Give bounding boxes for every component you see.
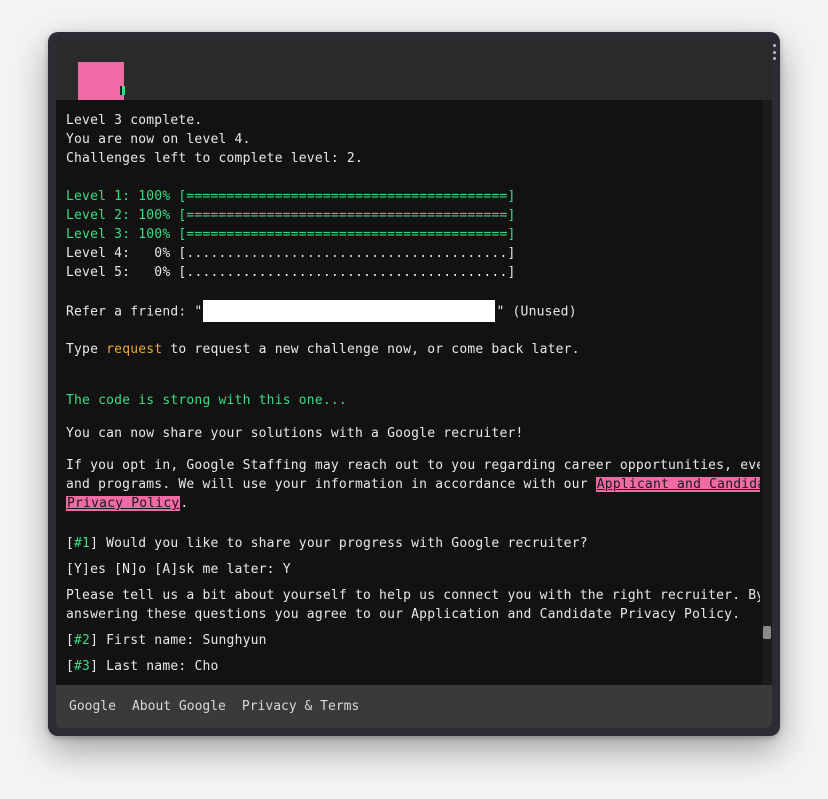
refer-friend-line: Refer a friend: " " (Unused) <box>66 300 577 323</box>
status-line: You are now on level 4. <box>66 132 251 147</box>
share-intro: You can now share your solutions with a … <box>66 426 524 441</box>
question-3: [#3] Last name: Cho <box>66 659 219 674</box>
level-progress-row: Level 4: 0% [...........................… <box>66 246 516 261</box>
optin-text: and programs. We will use your informati… <box>66 475 760 494</box>
scrollbar-thumb[interactable] <box>763 626 771 639</box>
refer-status: " (Unused) <box>496 304 577 320</box>
footer-link-privacy-terms[interactable]: Privacy & Terms <box>242 699 359 714</box>
question-number: #3 <box>74 659 91 674</box>
level-progress-row: Level 1: 100% [=========================… <box>66 189 516 204</box>
tell-us-text: Please tell us a bit about yourself to h… <box>66 588 760 603</box>
level-progress-row: Level 3: 100% [=========================… <box>66 227 516 242</box>
answer-1: [Y]es [N]o [A]sk me later: Y <box>66 562 291 577</box>
question-number: #2 <box>74 633 91 648</box>
optin-text: Privacy Policy. <box>66 496 189 511</box>
kebab-menu-icon[interactable] <box>773 44 777 60</box>
level-progress-row: Level 2: 100% [=========================… <box>66 208 516 223</box>
question-2: [#2] First name: Sunghyun <box>66 633 267 648</box>
privacy-policy-link[interactable]: Applicant and Candidate <box>595 477 760 492</box>
request-command[interactable]: request <box>106 342 162 357</box>
referral-link-field[interactable] <box>203 300 496 322</box>
foobar-logo[interactable] <box>78 62 124 100</box>
refer-label: Refer a friend: " <box>66 304 203 320</box>
terminal-scrollbar[interactable] <box>762 100 772 685</box>
tell-us-text: answering these questions you agree to o… <box>66 607 741 622</box>
footer-link-google[interactable]: Google <box>69 699 116 714</box>
footer-link-about-google[interactable]: About Google <box>132 699 226 714</box>
terminal-output[interactable]: Level 3 complete. You are now on level 4… <box>56 100 760 685</box>
question-number: #1 <box>74 536 91 551</box>
question-1: [#1] Would you like to share your progre… <box>66 536 588 551</box>
privacy-policy-link[interactable]: Privacy Policy <box>66 496 181 511</box>
level-progress-row: Level 5: 0% [...........................… <box>66 265 516 280</box>
foobar-terminal-frame: Level 3 complete. You are now on level 4… <box>56 40 772 728</box>
status-line: Level 3 complete. <box>66 113 203 128</box>
strong-message: The code is strong with this one... <box>66 393 347 408</box>
blinking-cursor-icon <box>120 86 125 95</box>
status-line: Challenges left to complete level: 2. <box>66 151 363 166</box>
header-bar <box>56 40 772 100</box>
footer: Google About Google Privacy & Terms <box>56 685 772 728</box>
request-instruction: Type request to request a new challenge … <box>66 342 580 357</box>
optin-text: If you opt in, Google Staffing may reach… <box>66 458 760 473</box>
